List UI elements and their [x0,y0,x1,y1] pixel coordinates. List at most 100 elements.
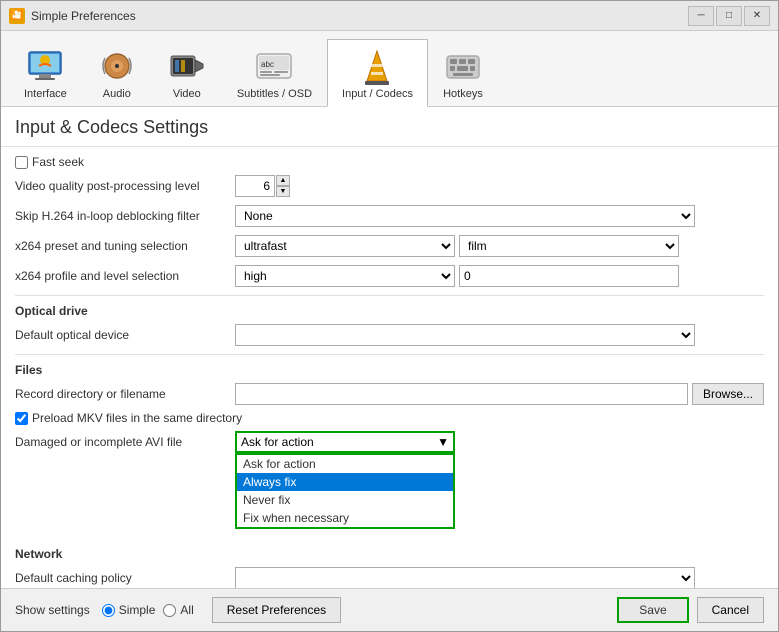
simple-radio[interactable] [102,604,115,617]
nav-interface-label: Interface [24,88,67,100]
browse-button[interactable]: Browse... [692,383,764,405]
all-label: All [180,603,193,617]
network-section: Network [15,547,764,561]
interface-icon [25,46,65,86]
x264-profile-control: baseline main high [235,265,764,287]
skip-h264-label: Skip H.264 in-loop deblocking filter [15,209,235,223]
audio-icon [97,46,137,86]
damaged-avi-option-never[interactable]: Never fix [237,491,453,509]
damaged-avi-dropdown[interactable]: Ask for action ▼ [235,431,455,453]
x264-profile-select[interactable]: baseline main high [235,265,455,287]
cancel-button[interactable]: Cancel [697,597,764,623]
subtitles-icon: abc [254,46,294,86]
maximize-button[interactable]: □ [716,6,742,26]
separator-1 [15,295,764,296]
minimize-button[interactable]: ─ [688,6,714,26]
action-buttons: Save Cancel [617,597,764,623]
page-title: Input & Codecs Settings [1,107,778,147]
dropdown-arrow-icon: ▼ [437,435,449,449]
caching-policy-row: Default caching policy [15,565,764,588]
show-settings-group: Show settings Simple All Reset Preferenc… [15,597,617,623]
record-dir-input[interactable] [235,383,688,405]
caching-policy-select[interactable] [235,567,695,588]
nav-interface[interactable]: Interface [9,39,82,106]
caching-policy-control [235,567,764,588]
window-title: Simple Preferences [31,9,688,23]
x264-preset-row: x264 preset and tuning selection ultrafa… [15,233,764,259]
save-button[interactable]: Save [617,597,688,623]
video-quality-label: Video quality post-processing level [15,179,235,193]
damaged-avi-option-fix-when[interactable]: Fix when necessary [237,509,453,527]
x264-preset-control: ultrafast superfast veryfast film animat… [235,235,764,257]
optical-device-select[interactable] [235,324,695,346]
nav-subtitles[interactable]: abc Subtitles / OSD [222,39,327,106]
settings-panel: Fast seek Video quality post-processing … [1,147,778,588]
fast-seek-checkbox[interactable] [15,156,28,169]
x264-preset-select[interactable]: ultrafast superfast veryfast [235,235,455,257]
nav-subtitles-label: Subtitles / OSD [237,88,312,100]
main-window: 🎦 Simple Preferences ─ □ ✕ Interface [0,0,779,632]
separator-2 [15,354,764,355]
optical-device-control [235,324,764,346]
svg-text:abc: abc [261,60,274,69]
navigation-bar: Interface Audio [1,31,778,107]
preload-mkv-row: Preload MKV files in the same directory [15,411,764,425]
record-dir-label: Record directory or filename [15,387,235,401]
title-bar: 🎦 Simple Preferences ─ □ ✕ [1,1,778,31]
damaged-avi-option-always[interactable]: Always fix [237,473,453,491]
damaged-avi-row: Damaged or incomplete AVI file Ask for a… [15,429,764,455]
hotkeys-icon [443,46,483,86]
damaged-avi-option-ask[interactable]: Ask for action [237,455,453,473]
nav-input-codecs[interactable]: Input / Codecs [327,39,428,107]
optical-drive-section: Optical drive [15,304,764,318]
x264-profile-label: x264 profile and level selection [15,269,235,283]
decrement-button[interactable]: ▼ [276,186,290,197]
optical-device-row: Default optical device [15,322,764,348]
simple-radio-item: Simple [102,603,156,617]
record-dir-control: Browse... [235,383,764,405]
preload-mkv-label: Preload MKV files in the same directory [32,411,242,425]
skip-h264-control: None All Non-ref [235,205,764,227]
nav-input-label: Input / Codecs [342,88,413,100]
nav-video[interactable]: Video [152,39,222,106]
video-quality-spinner: 6 ▲ ▼ [235,175,290,197]
spinner-buttons: ▲ ▼ [276,175,290,197]
files-section: Files [15,363,764,377]
nav-audio[interactable]: Audio [82,39,152,106]
video-quality-input[interactable]: 6 [235,175,275,197]
all-radio-item: All [163,603,193,617]
skip-h264-row: Skip H.264 in-loop deblocking filter Non… [15,203,764,229]
input-codecs-icon [357,46,397,86]
bottom-bar: Show settings Simple All Reset Preferenc… [1,588,778,631]
nav-audio-label: Audio [103,88,131,100]
damaged-avi-dropdown-list: Ask for action Always fix Never fix Fix … [235,453,455,529]
video-quality-row: Video quality post-processing level 6 ▲ … [15,173,764,199]
all-radio[interactable] [163,604,176,617]
damaged-avi-value: Ask for action [241,435,314,449]
content-area: Input & Codecs Settings Fast seek Video … [1,107,778,588]
skip-h264-select[interactable]: None All Non-ref [235,205,695,227]
close-button[interactable]: ✕ [744,6,770,26]
optical-device-label: Default optical device [15,328,235,342]
damaged-avi-control: Ask for action ▼ Ask for action Always f… [235,431,764,453]
increment-button[interactable]: ▲ [276,175,290,186]
fast-seek-row: Fast seek [15,155,764,169]
x264-level-input[interactable] [459,265,679,287]
reset-preferences-button[interactable]: Reset Preferences [212,597,341,623]
record-dir-row: Record directory or filename Browse... [15,381,764,407]
app-icon: 🎦 [9,8,25,24]
simple-label: Simple [119,603,156,617]
x264-profile-row: x264 profile and level selection baselin… [15,263,764,289]
preload-mkv-checkbox[interactable] [15,412,28,425]
caching-policy-label: Default caching policy [15,571,235,585]
nav-hotkeys-label: Hotkeys [443,88,483,100]
fast-seek-label: Fast seek [32,155,84,169]
nav-video-label: Video [173,88,201,100]
x264-preset-label: x264 preset and tuning selection [15,239,235,253]
x264-tuning-select[interactable]: film animation grain [459,235,679,257]
video-icon [167,46,207,86]
damaged-avi-label: Damaged or incomplete AVI file [15,435,235,449]
show-settings-label: Show settings [15,603,90,617]
nav-hotkeys[interactable]: Hotkeys [428,39,498,106]
video-quality-control: 6 ▲ ▼ [235,175,764,197]
